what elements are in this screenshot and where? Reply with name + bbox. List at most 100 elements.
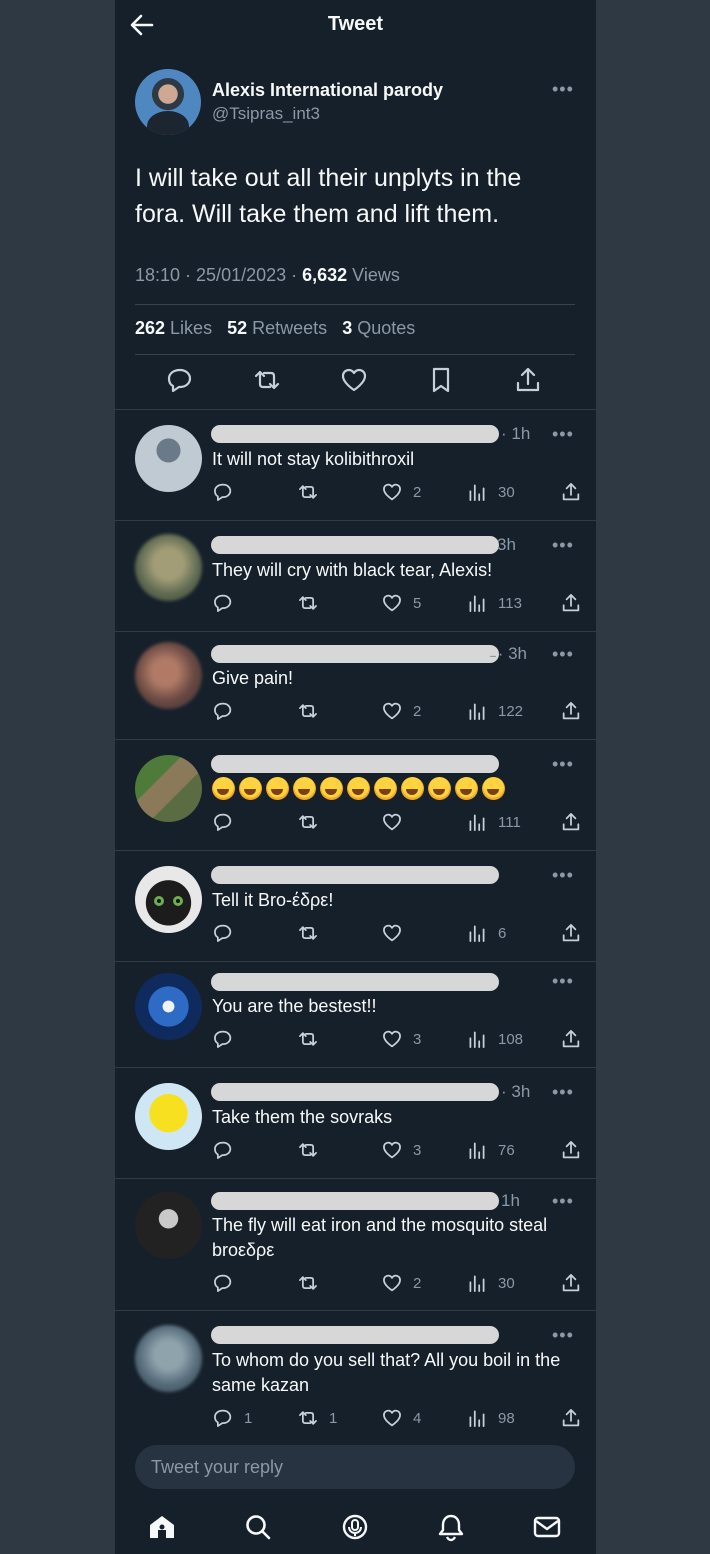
- reply-icon[interactable]: [165, 365, 195, 395]
- like-icon[interactable]: [339, 365, 369, 395]
- like-icon[interactable]: [381, 1272, 403, 1294]
- share-icon[interactable]: [560, 811, 582, 833]
- reply-item[interactable]: · 3h ••• Take them the sovraks 3 76: [115, 1068, 596, 1178]
- views-icon[interactable]: [466, 1139, 488, 1161]
- more-options-icon[interactable]: •••: [552, 536, 576, 554]
- retweets-label[interactable]: Retweets: [247, 318, 327, 338]
- like-icon[interactable]: [381, 1407, 403, 1429]
- likes-count[interactable]: 262: [135, 318, 165, 338]
- like-icon[interactable]: [381, 481, 403, 503]
- tweet-stats: 262 Likes 52 Retweets 3 Quotes: [135, 318, 415, 339]
- retweet-icon[interactable]: [297, 700, 319, 722]
- divider: [135, 304, 575, 305]
- reply-icon[interactable]: [212, 1139, 234, 1161]
- quotes-label[interactable]: Quotes: [352, 318, 415, 338]
- share-icon[interactable]: [560, 1407, 582, 1429]
- reply-icon[interactable]: [212, 1028, 234, 1050]
- views-icon[interactable]: [466, 922, 488, 944]
- reply-item[interactable]: ••• 111: [115, 740, 596, 850]
- reply-icon[interactable]: [212, 592, 234, 614]
- reply-item[interactable]: ••• To whom do you sell that? All you bo…: [115, 1311, 596, 1439]
- share-icon[interactable]: [513, 365, 543, 395]
- more-options-icon[interactable]: •••: [552, 866, 576, 884]
- reply-avatar[interactable]: [135, 425, 202, 492]
- reply-avatar[interactable]: [135, 1083, 202, 1150]
- reply-item[interactable]: · 1h ••• It will not stay kolibithroxil …: [115, 410, 596, 520]
- reply-avatar[interactable]: [135, 534, 202, 601]
- retweet-icon[interactable]: [297, 1028, 319, 1050]
- reply-icon[interactable]: [212, 811, 234, 833]
- views-icon[interactable]: [466, 811, 488, 833]
- like-icon[interactable]: [381, 922, 403, 944]
- retweets-count[interactable]: 52: [227, 318, 247, 338]
- spaces-icon[interactable]: [340, 1512, 370, 1542]
- like-icon[interactable]: [381, 1139, 403, 1161]
- more-options-icon[interactable]: •••: [552, 1083, 576, 1101]
- share-icon[interactable]: [560, 922, 582, 944]
- author-name[interactable]: Alexis International parody: [212, 80, 443, 101]
- messages-icon[interactable]: [532, 1512, 562, 1542]
- rofl-emoji-icon: [293, 777, 316, 800]
- author-avatar[interactable]: [135, 69, 201, 135]
- reply-icon[interactable]: [212, 922, 234, 944]
- retweet-icon[interactable]: [297, 481, 319, 503]
- reply-item[interactable]: 3h ••• They will cry with black tear, Al…: [115, 521, 596, 631]
- author-handle[interactable]: @Tsipras_int3: [212, 104, 320, 124]
- reply-item[interactable]: 1h ••• The fly will eat iron and the mos…: [115, 1179, 596, 1310]
- more-options-icon[interactable]: •••: [552, 645, 576, 663]
- bookmark-icon[interactable]: [426, 365, 456, 395]
- retweet-icon[interactable]: [252, 365, 282, 395]
- share-icon[interactable]: [560, 1272, 582, 1294]
- reply-item[interactable]: ••• Tell it Bro-έδρε! 6: [115, 851, 596, 961]
- reply-input[interactable]: Tweet your reply: [135, 1445, 575, 1489]
- retweet-icon[interactable]: [297, 811, 319, 833]
- views-icon[interactable]: [466, 481, 488, 503]
- reply-avatar[interactable]: [135, 642, 202, 709]
- share-icon[interactable]: [560, 481, 582, 503]
- like-icon[interactable]: [381, 1028, 403, 1050]
- more-options-icon[interactable]: •••: [552, 755, 576, 773]
- like-icon[interactable]: [381, 811, 403, 833]
- views-icon[interactable]: [466, 1272, 488, 1294]
- like-icon[interactable]: [381, 700, 403, 722]
- notifications-icon[interactable]: [436, 1512, 466, 1542]
- reply-avatar[interactable]: [135, 1325, 202, 1392]
- retweet-icon[interactable]: [297, 1272, 319, 1294]
- views-icon[interactable]: [466, 700, 488, 722]
- retweet-icon[interactable]: [297, 1407, 319, 1429]
- reply-avatar[interactable]: [135, 1192, 202, 1259]
- share-icon[interactable]: [560, 1139, 582, 1161]
- tweet-meta: 18:10 · 25/01/2023 · 6,632 Views: [135, 265, 400, 286]
- more-options-icon[interactable]: •••: [552, 972, 576, 990]
- more-options-icon[interactable]: •••: [552, 425, 576, 443]
- more-options-icon[interactable]: •••: [552, 1192, 576, 1210]
- retweet-icon[interactable]: [297, 1139, 319, 1161]
- views-icon[interactable]: [466, 592, 488, 614]
- reply-icon[interactable]: [212, 1407, 234, 1429]
- views-icon[interactable]: [466, 1028, 488, 1050]
- reply-icon[interactable]: [212, 700, 234, 722]
- rofl-emoji-icon: [212, 777, 235, 800]
- reply-avatar[interactable]: [135, 755, 202, 822]
- share-icon[interactable]: [560, 592, 582, 614]
- retweet-icon[interactable]: [297, 592, 319, 614]
- reply-avatar[interactable]: [135, 973, 202, 1040]
- reply-item[interactable]: ̵ · 3h ••• Give pain! 2 122: [115, 632, 596, 739]
- share-icon[interactable]: [560, 700, 582, 722]
- quotes-count[interactable]: 3: [342, 318, 352, 338]
- reply-avatar[interactable]: [135, 866, 202, 933]
- home-icon[interactable]: [147, 1512, 177, 1542]
- tweet-author[interactable]: Alexis International parody @Tsipras_int…: [135, 69, 575, 135]
- reply-icon[interactable]: [212, 1272, 234, 1294]
- more-options-icon[interactable]: •••: [552, 80, 576, 98]
- reply-icon[interactable]: [212, 481, 234, 503]
- search-icon[interactable]: [243, 1512, 273, 1542]
- views-icon[interactable]: [466, 1407, 488, 1429]
- reply-input-placeholder[interactable]: Tweet your reply: [151, 1457, 283, 1478]
- likes-label[interactable]: Likes: [165, 318, 212, 338]
- retweet-icon[interactable]: [297, 922, 319, 944]
- share-icon[interactable]: [560, 1028, 582, 1050]
- like-icon[interactable]: [381, 592, 403, 614]
- more-options-icon[interactable]: •••: [552, 1326, 576, 1344]
- reply-item[interactable]: ••• You are the bestest!! 3 108: [115, 962, 596, 1067]
